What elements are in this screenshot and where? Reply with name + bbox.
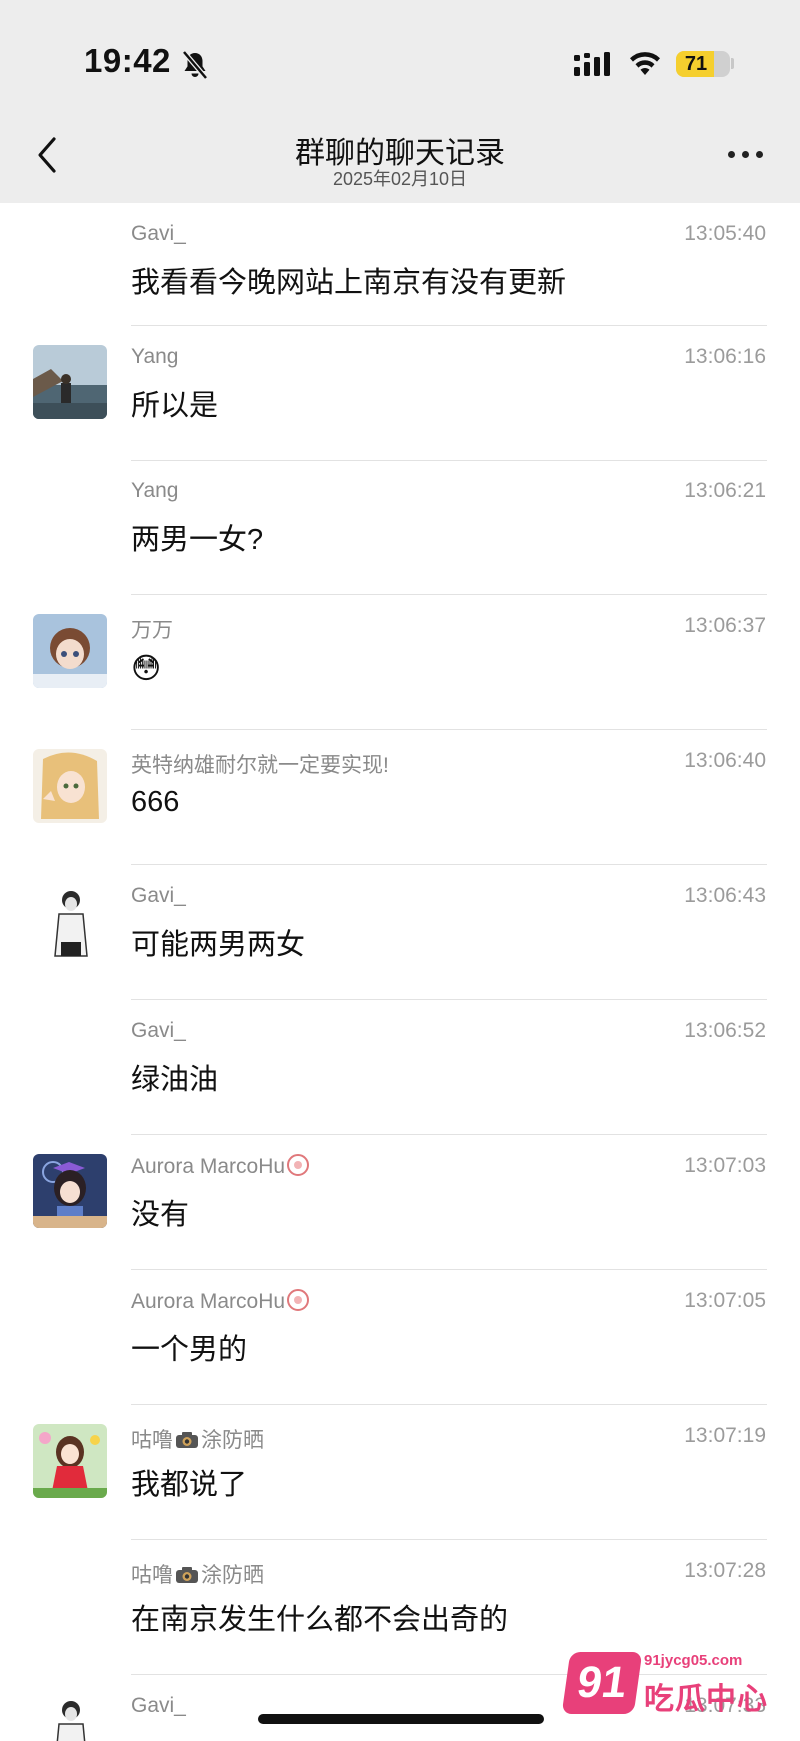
- watermark-badge: 91: [561, 1652, 643, 1714]
- home-indicator[interactable]: [258, 1714, 544, 1724]
- sender-name-part: 咕噜: [131, 1564, 173, 1587]
- dot-icon: [728, 151, 735, 158]
- sender-name: Gavi_: [131, 222, 186, 245]
- message-text: 我都说了: [131, 1469, 248, 1501]
- message-text: 一个男的: [131, 1334, 248, 1366]
- top-bar: 19:42 71 群聊的聊天记录 2025年02月10日: [0, 0, 800, 203]
- sender-name: 咕噜 涂防晒: [131, 1424, 264, 1454]
- message-time: 13:05:40: [684, 222, 766, 245]
- watermark-text: 吃瓜中心: [644, 1683, 768, 1716]
- message-row[interactable]: Gavi_ 13:06:43 可能两男两女: [0, 865, 800, 1000]
- avatar[interactable]: [33, 1694, 107, 1741]
- message-time: 13:06:52: [684, 1019, 766, 1042]
- badge-icon: [287, 1154, 310, 1176]
- sender-name-part: 涂防晒: [201, 1564, 264, 1587]
- message-row[interactable]: Gavi_ 13:06:52 绿油油: [0, 1000, 800, 1135]
- watermark-logo: 91 91jycg05.com 吃瓜中心: [561, 1652, 776, 1722]
- sender-name-text: Aurora MarcoHu: [131, 1155, 286, 1178]
- message-text: 666: [131, 786, 180, 818]
- message-time: 13:07:05: [684, 1289, 766, 1312]
- message-time: 13:06:21: [684, 479, 766, 502]
- message-time: 13:07:03: [684, 1154, 766, 1177]
- message-text: 可能两男两女: [131, 929, 306, 961]
- sender-name-text: Aurora MarcoHu: [131, 1290, 286, 1313]
- sender-name: 万万: [131, 619, 173, 642]
- avatar[interactable]: [33, 884, 107, 958]
- sender-name-part: 咕噜: [131, 1429, 173, 1452]
- sender-name: 咕噜 涂防晒: [131, 1559, 264, 1589]
- message-time: 13:06:43: [684, 884, 766, 907]
- message-text: 我看看今晚网站上南京有没有更新: [131, 267, 567, 299]
- cellular-signal-icon: [574, 52, 610, 76]
- message-text: 在南京发生什么都不会出奇的: [131, 1604, 509, 1636]
- battery-percent: 71: [684, 53, 708, 75]
- message-text: 绿油油: [131, 1064, 219, 1096]
- avatar[interactable]: [33, 749, 107, 823]
- message-time: 13:06:16: [684, 345, 766, 368]
- sender-name: Aurora MarcoHu: [131, 1154, 310, 1179]
- message-time: 13:06:37: [684, 614, 766, 637]
- message-text: 两男一女?: [131, 524, 264, 556]
- dot-icon: [756, 151, 763, 158]
- sender-name: Yang: [131, 479, 179, 502]
- message-row[interactable]: Gavi_ 13:05:40 我看看今晚网站上南京有没有更新: [0, 203, 800, 338]
- message-text: 所以是: [131, 390, 219, 422]
- message-time: 13:07:19: [684, 1424, 766, 1447]
- watermark-url: 91jycg05.com: [644, 1652, 743, 1669]
- avatar[interactable]: [33, 614, 107, 688]
- status-time: 19:42: [84, 42, 171, 79]
- message-row[interactable]: Aurora MarcoHu 13:07:03 没有: [0, 1135, 800, 1270]
- message-text: 没有: [131, 1199, 190, 1231]
- camera-icon: [176, 1432, 198, 1448]
- message-row[interactable]: Aurora MarcoHu 13:07:05 一个男的: [0, 1270, 800, 1405]
- message-row[interactable]: 咕噜 涂防晒 13:07:19 我都说了: [0, 1405, 800, 1540]
- message-emoji: 😳: [131, 653, 162, 685]
- avatar[interactable]: [33, 1154, 107, 1228]
- message-time: 13:06:40: [684, 749, 766, 772]
- page-subtitle-date: 2025年02月10日: [332, 169, 468, 189]
- message-row[interactable]: Yang 13:06:16 所以是: [0, 326, 800, 461]
- sender-name: Gavi_: [131, 884, 186, 907]
- wifi-icon: [630, 52, 660, 75]
- badge-icon: [287, 1289, 310, 1311]
- message-row[interactable]: 万万 13:06:37 😳: [0, 595, 800, 730]
- avatar[interactable]: [33, 1424, 107, 1498]
- battery-indicator: 71: [676, 51, 730, 77]
- sender-name: Aurora MarcoHu: [131, 1289, 310, 1314]
- message-row[interactable]: 英特纳雄耐尔就一定要实现! 13:06:40 666: [0, 730, 800, 865]
- bell-muted-icon: [182, 50, 208, 80]
- more-options-button[interactable]: [724, 146, 768, 162]
- sender-name: 英特纳雄耐尔就一定要实现!: [131, 754, 389, 777]
- avatar[interactable]: [33, 345, 107, 419]
- battery-tip: [731, 58, 734, 69]
- message-row[interactable]: Yang 13:06:21 两男一女?: [0, 460, 800, 595]
- sender-name: Gavi_: [131, 1694, 186, 1717]
- sender-name: Gavi_: [131, 1019, 186, 1042]
- message-time: 13:07:28: [684, 1559, 766, 1582]
- sender-name: Yang: [131, 345, 179, 368]
- sender-name-part: 涂防晒: [201, 1429, 264, 1452]
- dot-icon: [742, 151, 749, 158]
- camera-icon: [176, 1567, 198, 1583]
